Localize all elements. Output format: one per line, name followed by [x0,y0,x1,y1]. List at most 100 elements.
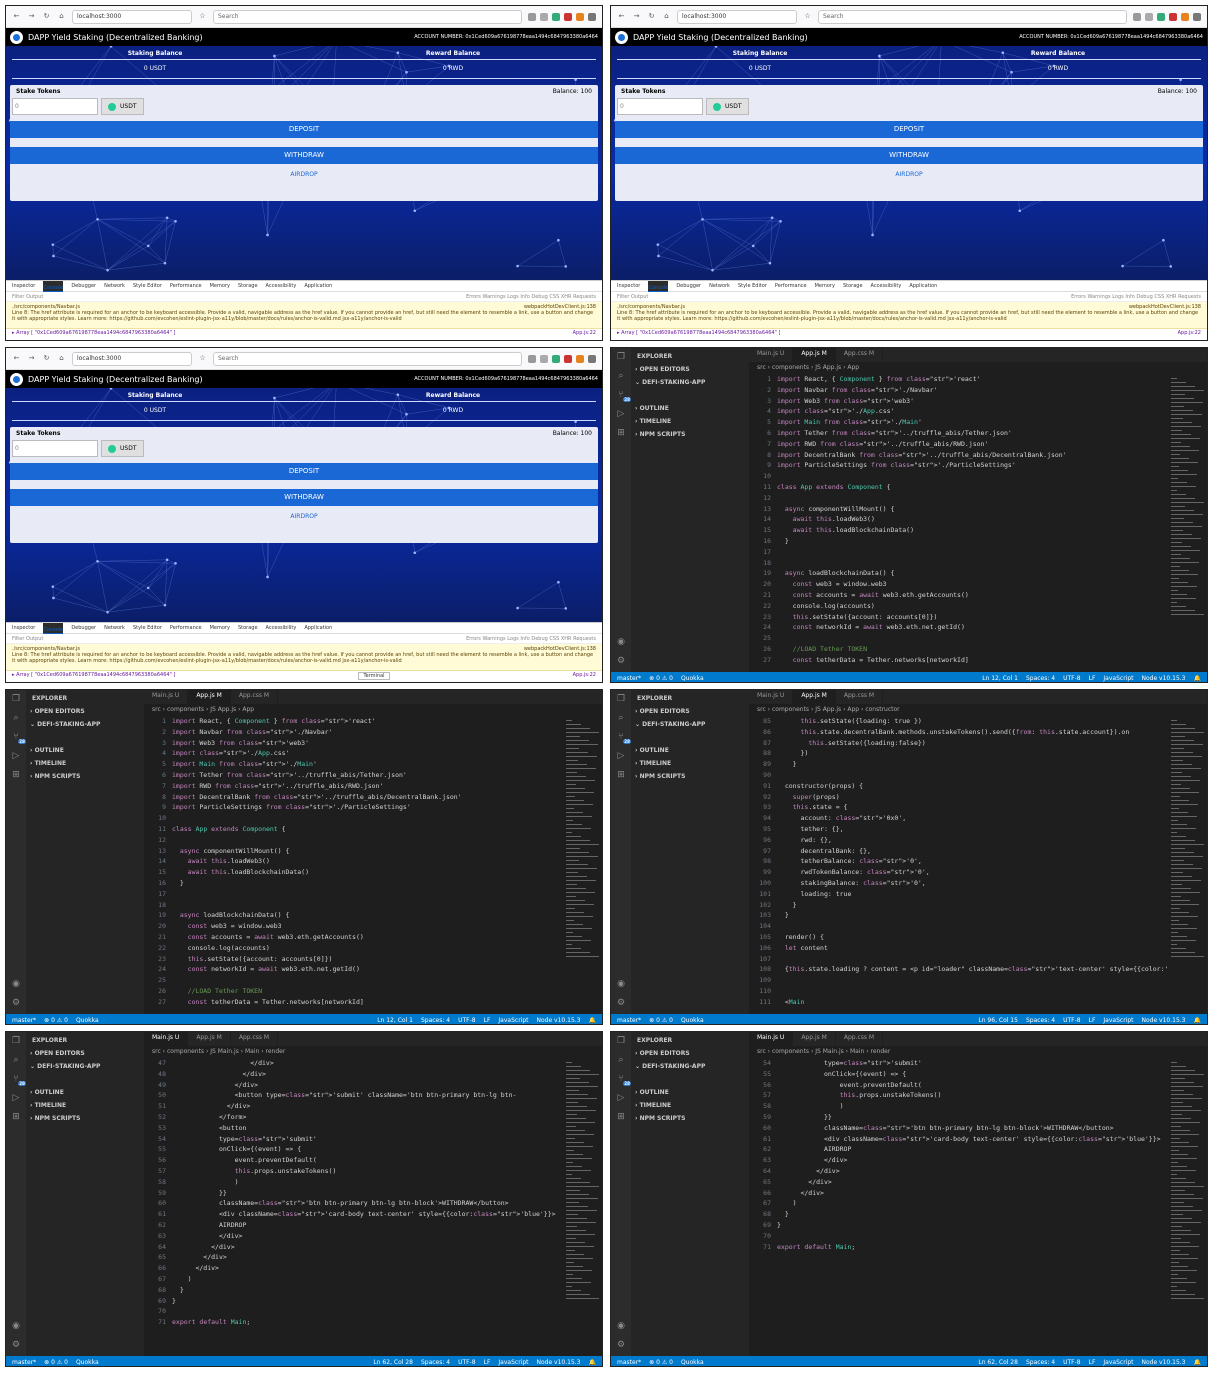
filter-input[interactable]: Filter Output [12,636,43,642]
branch-status[interactable]: master* [12,1359,36,1366]
file-tree-item[interactable]: ◆ Tether.solU [742,731,749,744]
metamask-icon[interactable] [576,354,584,363]
quokka-status[interactable]: Quokka [681,675,704,682]
file-tree-item[interactable]: › components [672,1073,679,1086]
devtools-tab-console[interactable]: Console [43,622,64,634]
code-line[interactable]: const accounts = await web3.eth.getAccou… [777,590,1167,601]
devtools-tab-performance[interactable]: Performance [170,625,202,631]
code-line[interactable]: this.props.unstakeTokens() [777,1090,1167,1101]
cursor-position[interactable]: Ln 62, Col 28 [978,1359,1018,1366]
source-code[interactable]: this.setState({loading: true }) this.sta… [777,716,1167,1014]
back-icon[interactable]: ← [12,12,21,21]
editor-tab[interactable]: App.css M [231,1032,279,1046]
code-line[interactable] [777,770,1167,781]
code-line[interactable]: </div> [777,1166,1167,1177]
code-line[interactable]: type=class="str">'submit' [172,1134,562,1145]
reload-icon[interactable]: ↻ [42,354,51,363]
code-line[interactable]: import React, { Component } from class="… [172,716,562,727]
encoding[interactable]: UTF-8 [458,1359,476,1366]
code-line[interactable]: import ParticleSettings from class="str"… [172,802,562,813]
account-icon[interactable]: ◉ [12,1321,20,1331]
code-line[interactable]: await this.loadWeb3() [172,856,562,867]
encoding[interactable]: UTF-8 [458,1017,476,1024]
npm-scripts-section[interactable]: › NPM SCRIPTS [631,1112,749,1125]
account-icon[interactable]: ◉ [12,979,20,989]
devtools-tab-application[interactable]: Application [304,283,332,289]
editor-tab[interactable]: App.css M [231,690,279,704]
code-line[interactable]: render() { [777,932,1167,943]
code-line[interactable]: <div className=class="str">'card-body te… [172,1209,562,1220]
code-line[interactable] [777,633,1167,644]
code-line[interactable]: } [777,900,1167,911]
devtools-tab-style-editor[interactable]: Style Editor [738,283,767,289]
minimap[interactable] [562,1058,602,1356]
bookmark-star-icon[interactable]: ☆ [803,12,812,21]
file-tree-item[interactable]: JS 2_deploy_contr...U [41,731,49,744]
file-tree-item[interactable]: JS Navbar.jsU [697,1073,704,1086]
pocket-icon[interactable] [1133,12,1141,21]
open-editors-section[interactable]: › OPEN EDITORS [26,1047,144,1060]
file-tree-item[interactable]: JS 1_initial_migration.js [636,1073,645,1086]
forward-icon[interactable]: → [27,354,36,363]
timeline-section[interactable]: › TIMELINE [26,1099,144,1112]
file-tree-item[interactable]: ◆ DecentralBan...U [719,389,728,402]
line-ending[interactable]: LF [1089,1359,1096,1366]
code-line[interactable] [172,1306,562,1317]
code-line[interactable]: ) [172,1274,562,1285]
code-line[interactable]: async componentWillMount() { [777,504,1167,515]
editor-tab[interactable]: App.js M [188,1032,231,1046]
app-title[interactable]: DAPP Yield Staking (Decentralized Bankin… [633,33,808,42]
editor-tab[interactable]: Main.js U [144,1032,189,1046]
code-line[interactable]: tetherBalance: class="str">'0', [777,856,1167,867]
account-icon[interactable]: ◉ [617,637,625,647]
code-line[interactable]: const web3 = window.web3 [777,579,1167,590]
devtools-tab-debugger[interactable]: Debugger [71,283,96,289]
branch-status[interactable]: master* [617,1359,641,1366]
breadcrumb[interactable]: src › components › JS App.js › App [144,704,602,716]
source-control-icon[interactable]: ⑂ 28 [13,1074,26,1086]
array-source[interactable]: App.js:22 [573,672,596,680]
run-debug-icon[interactable]: ▷ [618,751,625,761]
explorer-icon[interactable]: ❐ [617,694,625,704]
forward-icon[interactable]: → [632,12,641,21]
code-line[interactable]: //LOAD Tether TOKEN [172,986,562,997]
code-line[interactable]: import Main from class="str">'./Main' [172,759,562,770]
file-tree-item[interactable]: › components [67,1073,74,1086]
devtools-tab-performance[interactable]: Performance [170,283,202,289]
source-code[interactable]: import React, { Component } from class="… [777,374,1167,672]
code-line[interactable]: this.setState({loading:false}) [777,738,1167,749]
token-select[interactable]: USDT [101,98,144,115]
explorer-icon[interactable]: ❐ [617,352,625,362]
file-tree-item[interactable]: JS 1_initial_migration.js [31,1073,40,1086]
source-code[interactable]: type=class="str">'submit' onClick={(even… [777,1058,1167,1356]
encoding[interactable]: UTF-8 [1063,1017,1081,1024]
devtools-tab-accessibility[interactable]: Accessibility [871,283,902,289]
npm-scripts-section[interactable]: › NPM SCRIPTS [631,770,749,783]
url-bar[interactable]: localhost:3000 [677,9,797,24]
gear-icon[interactable]: ⚙ [12,1340,20,1350]
indentation[interactable]: Spaces: 4 [421,1359,450,1366]
code-line[interactable]: onClick={(event) => { [172,1144,562,1155]
minimap[interactable] [1167,716,1207,1014]
editor-tab[interactable]: App.js M [793,348,836,362]
project-root[interactable]: ⌄ DEFI-STAKING-APP [631,376,749,389]
url-bar[interactable]: localhost:3000 [72,351,192,366]
code-line[interactable]: tether: {}, [777,824,1167,835]
code-line[interactable]: this.setState({account: accounts[0]}) [777,612,1167,623]
devtools-tab-accessibility[interactable]: Accessibility [266,625,297,631]
url-bar[interactable]: localhost:3000 [72,9,192,24]
extension-red-icon[interactable] [1169,12,1177,21]
bell-icon[interactable]: 🔔 [1194,675,1201,682]
encoding[interactable]: UTF-8 [1063,1359,1081,1366]
code-line[interactable]: rwd: {}, [777,835,1167,846]
code-line[interactable]: <div className=class="str">'card-body te… [777,1134,1167,1145]
file-tree-item[interactable]: ◆ DecentralBan...U [719,731,728,744]
code-line[interactable] [777,954,1167,965]
code-line[interactable]: this.state.decentralBank.methods.unstake… [777,727,1167,738]
explorer-icon[interactable]: ❐ [12,694,20,704]
code-line[interactable]: import Tether from class="str">'../truff… [777,428,1167,439]
home-icon[interactable]: ⌂ [662,12,671,21]
code-line[interactable]: console.log(accounts) [172,943,562,954]
source-control-icon[interactable]: ⑂ 28 [13,732,26,744]
code-line[interactable]: await this.loadBlockchainData() [172,867,562,878]
